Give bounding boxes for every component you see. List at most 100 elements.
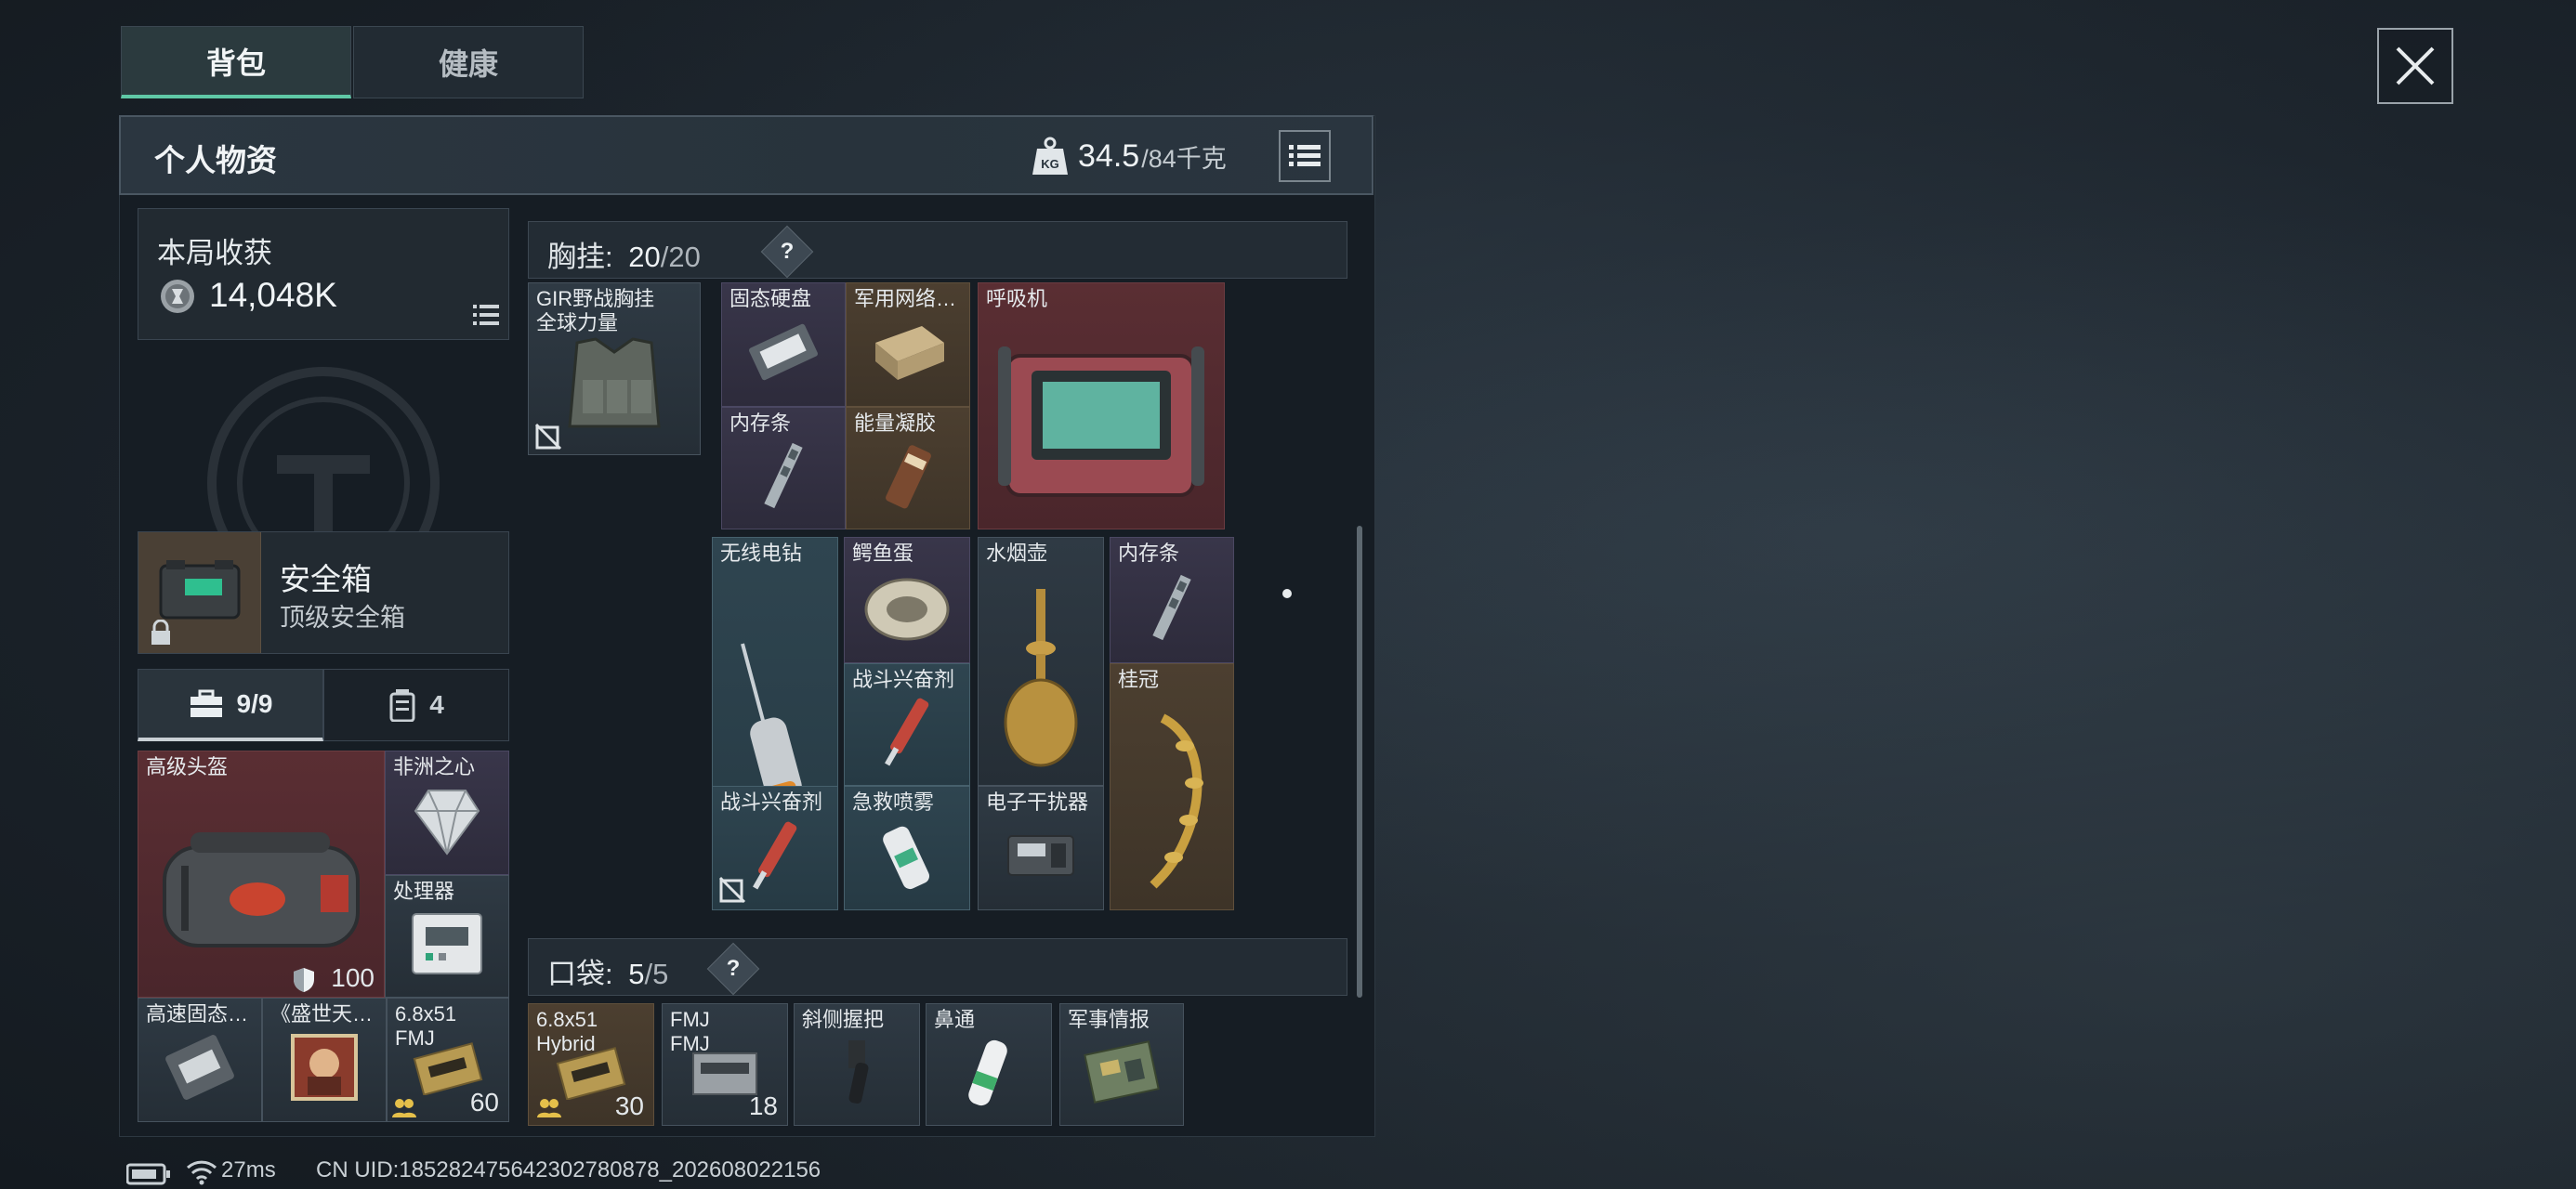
- item-ammo-68-fmj[interactable]: 6.8x51 FMJ 60: [387, 998, 509, 1122]
- item-heart-of-africa[interactable]: 非洲之心: [385, 751, 509, 875]
- item-name: 内存条: [729, 412, 792, 435]
- item-name: 无线电钻: [720, 542, 803, 565]
- item-name: 固态硬盘: [729, 287, 812, 310]
- weight-icon-text: KG: [1041, 157, 1059, 171]
- tab-health-label: 健康: [438, 47, 498, 81]
- item-laurel-crown[interactable]: 桂冠: [1110, 663, 1234, 910]
- item-ammo-hybrid[interactable]: 6.8x51 Hybrid 30: [528, 1003, 654, 1126]
- panel-title: 个人物资: [154, 143, 277, 177]
- tab-equipment-slots[interactable]: 9/9: [138, 669, 323, 741]
- tab-equipment-slots-label: 9/9: [236, 688, 273, 718]
- network-device-icon: [875, 325, 944, 380]
- item-chest-rig[interactable]: GIR野战胸挂 全球力量: [528, 282, 701, 455]
- battery-icon: [126, 1163, 170, 1185]
- item-hookah[interactable]: 水烟壶: [978, 537, 1104, 786]
- item-ssd[interactable]: 固态硬盘: [721, 282, 846, 407]
- item-ammo-fmj[interactable]: FMJ FMJ 18: [662, 1003, 788, 1126]
- nasal-spray-icon: [968, 1039, 1007, 1105]
- list-view-button[interactable]: [1279, 130, 1331, 182]
- help-icon: ?: [780, 239, 795, 264]
- item-name: 军用网络…: [854, 287, 957, 310]
- pocket-used: 5: [628, 958, 645, 990]
- chest-rig-total: /20: [660, 241, 701, 273]
- item-energy-gel[interactable]: 能量凝胶: [846, 407, 970, 529]
- gel-packet-icon: [886, 445, 931, 509]
- coin-icon: [161, 280, 194, 313]
- close-icon: [2396, 46, 2435, 85]
- tab-containers[interactable]: 4: [323, 669, 509, 741]
- item-nasal-spray[interactable]: 鼻通: [926, 1003, 1052, 1126]
- item-processor[interactable]: 处理器: [385, 875, 509, 998]
- item-name: 鼻通: [934, 1008, 976, 1031]
- item-durability: 100: [331, 963, 375, 992]
- unequip-icon[interactable]: [534, 423, 562, 451]
- item-name: 6.8x51: [536, 1008, 598, 1031]
- uid-text: CN UID:185282475642302780878_20260802215…: [316, 1157, 821, 1182]
- hookah-icon: [1004, 588, 1078, 767]
- tab-containers-label: 4: [429, 690, 444, 719]
- item-ram-2[interactable]: 内存条: [1110, 537, 1234, 663]
- indicator-dot: [1282, 589, 1292, 598]
- item-ram[interactable]: 内存条: [721, 407, 846, 529]
- item-name: 高速固态…: [146, 1002, 249, 1026]
- weight-icon: KG: [1032, 137, 1068, 175]
- weight-max: /84千克: [1141, 144, 1227, 173]
- item-ssd-fast[interactable]: 高速固态…: [138, 998, 262, 1122]
- item-ventilator[interactable]: 呼吸机: [978, 282, 1225, 529]
- item-croc-egg[interactable]: 鳄鱼蛋: [844, 537, 970, 663]
- painting-icon: [291, 1033, 358, 1101]
- egg-icon: [864, 578, 950, 641]
- earnings-card[interactable]: 本局收获 14,048K: [138, 208, 509, 340]
- inventory-scrollbar[interactable]: [1357, 526, 1362, 998]
- ping-text: 27ms: [221, 1157, 276, 1182]
- safebox-card[interactable]: 安全箱 顶级安全箱: [138, 531, 509, 654]
- syringe-icon: [885, 698, 929, 766]
- item-name: 战斗兴奋剂: [720, 790, 823, 814]
- canister-icon: [389, 689, 415, 722]
- item-first-aid-spray[interactable]: 急救喷雾: [844, 786, 970, 910]
- item-name: GIR野战胸挂: [536, 287, 655, 310]
- item-combat-stimulant[interactable]: 战斗兴奋剂: [844, 663, 970, 786]
- processor-icon: [412, 912, 482, 974]
- armor-shield-icon: [294, 968, 314, 992]
- panel-header: 个人物资 KG 34.5 /84千克: [119, 115, 1373, 195]
- item-name: 鳄鱼蛋: [852, 542, 914, 565]
- lock-icon: [151, 620, 170, 645]
- tab-health[interactable]: 健康: [353, 26, 584, 98]
- item-name: 高级头盔: [146, 755, 229, 778]
- item-name: 战斗兴奋剂: [852, 668, 955, 691]
- item-helmet-bag[interactable]: 高级头盔 100: [138, 751, 385, 998]
- pocket-help-button[interactable]: ?: [706, 942, 760, 996]
- item-name: FMJ: [670, 1008, 710, 1031]
- tab-backpack[interactable]: 背包: [121, 26, 351, 98]
- unequip-icon[interactable]: [718, 876, 746, 904]
- weight-value: 34.5: [1078, 137, 1140, 174]
- item-name: 军事情报: [1068, 1008, 1150, 1031]
- jammer-icon: [1007, 834, 1074, 876]
- close-button[interactable]: [2377, 28, 2453, 104]
- chest-rig-label: 胸挂: 20/20: [547, 241, 701, 273]
- earnings-list-icon[interactable]: [473, 304, 499, 326]
- item-name: 《盛世天…: [270, 1002, 374, 1026]
- item-name: 处理器: [393, 880, 455, 903]
- list-icon: [1289, 145, 1321, 166]
- help-icon: ?: [726, 956, 741, 981]
- item-electronic-jammer[interactable]: 电子干扰器: [978, 786, 1104, 910]
- chest-rig-help-button[interactable]: ?: [760, 225, 814, 279]
- item-name: 能量凝胶: [854, 412, 937, 435]
- syringe-icon: [753, 821, 797, 890]
- diamond-icon: [414, 789, 480, 856]
- item-angled-grip[interactable]: 斜侧握把: [794, 1003, 920, 1126]
- wifi-icon: [186, 1160, 217, 1185]
- item-combat-stimulant-2[interactable]: 战斗兴奋剂: [712, 786, 838, 910]
- safebox-title: 安全箱: [280, 562, 372, 596]
- ventilator-icon: [998, 346, 1204, 497]
- item-name: 6.8x51: [395, 1002, 457, 1026]
- item-painting[interactable]: 《盛世天…: [262, 998, 387, 1122]
- item-military-intel[interactable]: 军事情报: [1059, 1003, 1184, 1126]
- weight-display: KG 34.5 /84千克: [1032, 130, 1227, 182]
- item-name-secondary: 全球力量: [536, 311, 619, 334]
- circuit-board-icon: [1084, 1039, 1160, 1104]
- item-name: 桂冠: [1118, 668, 1160, 691]
- item-military-network[interactable]: 军用网络…: [846, 282, 970, 407]
